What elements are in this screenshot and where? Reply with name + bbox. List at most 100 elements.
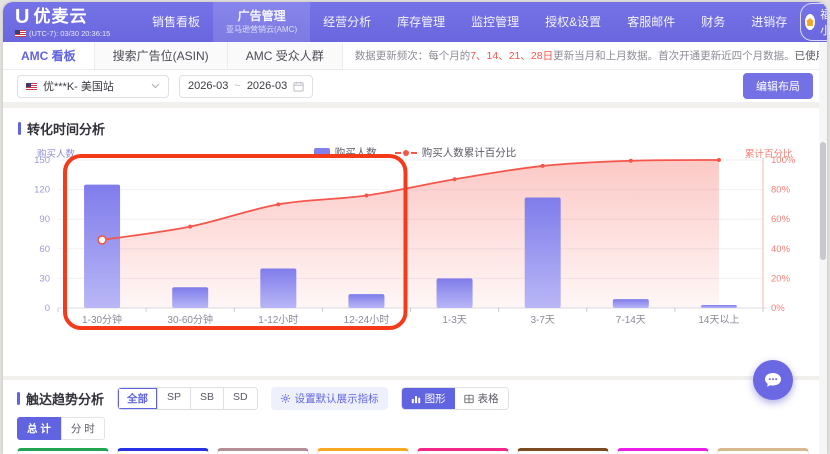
nav-item-库存管理[interactable]: 库存管理 [384,2,458,42]
bar-12-24小时[interactable] [348,294,384,308]
filter-row: 优***K- 美国站 2026-03 ~ 2026-03 编辑布局 [3,70,827,103]
tab-搜索广告位(ASIN)[interactable]: 搜索广告位(ASIN) [95,42,228,69]
line-point-1-3天[interactable] [453,177,457,181]
left-tick-90: 90 [39,214,50,225]
date-start: 2026-03 [188,80,228,92]
line-point-1-30分钟[interactable] [98,236,106,244]
metric-cards-row: 广告花费 曝光量 触达人数 人均曝光 新客总数 新客触达比例 点击量 单点击花费 [17,448,813,454]
ad-type-button-SB[interactable]: SB [191,388,224,409]
bar-1-3天[interactable] [437,278,473,308]
chat-fab-button[interactable] [753,360,793,400]
bar-3-7天[interactable] [525,197,561,308]
x-label-14天以上: 14天以上 [698,314,739,326]
welfare-label: 福利小屋 [820,6,827,38]
view-table-button[interactable]: 表格 [455,388,508,409]
bar-7-14天[interactable] [613,299,649,308]
metric-card-点击量[interactable]: 点击量 [617,448,709,454]
metric-card-广告花费[interactable]: 广告花费 [17,448,109,454]
subtab-总计[interactable]: 总 计 [17,417,61,440]
us-flag-icon [26,83,37,90]
nav-item-广告管理[interactable]: 广告管理亚马逊营销云(AMC) [213,2,310,42]
x-label-30-60分钟: 30-60分钟 [167,313,213,326]
bar-1-30分钟[interactable] [84,185,120,308]
left-tick-60: 60 [39,244,50,255]
view-chart-button[interactable]: 图形 [402,388,455,409]
x-label-1-3天: 1-3天 [442,315,466,326]
left-tick-30: 30 [39,273,50,284]
ad-type-filter-group: 全部SPSBSD [117,387,258,410]
cumulative-area [102,160,719,308]
line-point-3-7天[interactable] [541,164,545,168]
x-label-7-14天: 7-14天 [616,315,646,326]
chevron-down-icon [151,83,160,89]
bar-1-12小时[interactable] [260,269,296,308]
right-tick-80%: 80% [771,185,791,196]
metric-card-曝光量[interactable]: 曝光量 [117,448,209,454]
ad-type-button-SP[interactable]: SP [158,388,191,409]
bar-30-60分钟[interactable] [172,287,208,308]
nav-item-销售看板[interactable]: 销售看板 [139,2,213,42]
nav-item-财务[interactable]: 财务 [688,2,738,42]
gear-icon [280,393,291,404]
nav-item-监控管理[interactable]: 监控管理 [458,2,532,42]
right-tick-100%: 100% [771,155,796,166]
metric-card-单点击花费[interactable]: 单点击花费 [717,448,809,454]
site-select-value: 优***K- 美国站 [43,78,114,94]
view-toggle: 图形 表格 [401,387,509,410]
line-point-30-60分钟[interactable] [188,225,192,229]
calendar-icon [293,81,304,92]
right-tick-60%: 60% [771,214,791,225]
reach-trend-panel: 触达趋势分析 全部SPSBSD 设置默认展示指标 图形 表格 总 计分 时 广告… [3,380,827,454]
bar-14天以上[interactable] [701,305,737,308]
left-tick-0: 0 [45,303,50,314]
us-flag-icon [15,30,26,37]
table-icon [464,394,474,404]
welfare-house-button[interactable]: 福利小屋 [800,3,827,41]
ad-type-button-SD[interactable]: SD [224,388,257,409]
reach-trend-toolbar: 触达趋势分析 全部SPSBSD 设置默认展示指标 图形 表格 [17,387,813,410]
tab-AMC 受众人群[interactable]: AMC 受众人群 [228,42,343,69]
line-point-7-14天[interactable] [629,159,633,163]
line-point-12-24小时[interactable] [364,194,368,198]
nav-item-授权&设置[interactable]: 授权&设置 [532,2,614,42]
date-end: 2026-03 [247,80,287,92]
edit-layout-button[interactable]: 编辑布局 [743,73,813,99]
subtab-分时[interactable]: 分 时 [61,417,105,440]
tab-AMC 看板[interactable]: AMC 看板 [3,42,95,69]
line-point-14天以上[interactable] [717,158,721,162]
x-label-1-12小时: 1-12小时 [258,314,298,326]
chart-section-title: 转化时间分析 [3,108,827,138]
logo-block[interactable]: U 优麦云 (UTC-7): 03/30 20:36:15 [15,7,133,38]
conversion-time-panel: 转化时间分析 购买人数 购买人数累计百分比 购买人数 累计百分比 0306090… [3,108,827,376]
x-label-1-30分钟: 1-30分钟 [82,313,122,326]
nav-right: 福利小屋 [800,3,827,41]
house-icon [805,14,815,30]
metric-card-新客触达比例[interactable]: 新客触达比例 [517,448,609,454]
metric-card-触达人数[interactable]: 触达人数 [217,448,309,454]
top-navbar: U 优麦云 (UTC-7): 03/30 20:36:15 销售看板广告管理亚马… [3,2,827,42]
line-point-1-12小时[interactable] [276,202,280,206]
default-metrics-settings-button[interactable]: 设置默认展示指标 [271,387,388,410]
title-accent-bar [17,392,20,405]
ad-type-button-全部[interactable]: 全部 [118,388,158,409]
metric-card-新客总数[interactable]: 新客总数 [417,448,509,454]
site-select[interactable]: 优***K- 美国站 [17,75,169,98]
x-label-12-24小时: 12-24小时 [344,314,390,326]
left-tick-150: 150 [34,155,50,166]
metric-card-人均曝光[interactable]: 人均曝光 [317,448,409,454]
scrollbar-thumb[interactable] [820,142,826,260]
nav-item-经营分析[interactable]: 经营分析 [310,2,384,42]
nav-item-进销存[interactable]: 进销存 [738,2,800,42]
left-tick-120: 120 [34,185,50,196]
nav-menu: 销售看板广告管理亚马逊营销云(AMC)经营分析库存管理监控管理授权&设置客服邮件… [139,2,800,42]
bar-chart-icon [411,394,421,404]
x-label-3-7天: 3-7天 [530,315,554,326]
vertical-scrollbar[interactable] [819,42,827,454]
nav-item-客服邮件[interactable]: 客服邮件 [614,2,688,42]
right-tick-20%: 20% [771,273,791,284]
brand-logo-icon: U [15,7,28,27]
utc-clock: (UTC-7): 03/30 20:36:15 [29,29,110,38]
date-range-picker[interactable]: 2026-03 ~ 2026-03 [179,75,313,98]
pareto-chart: 03060901201500%20%40%60%80%100%1-30分钟30-… [3,152,827,338]
brand-name: 优麦云 [33,8,87,25]
